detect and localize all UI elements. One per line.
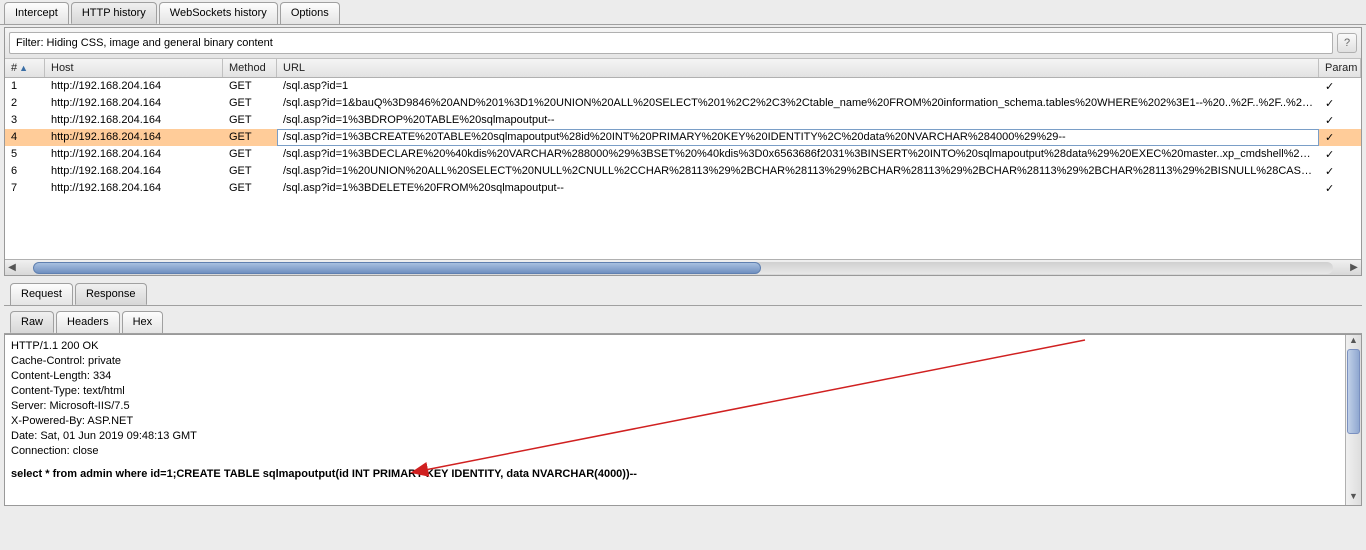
scroll-down-icon[interactable]: ▼ bbox=[1346, 491, 1361, 505]
cell-url: /sql.asp?id=1%20UNION%20ALL%20SELECT%20N… bbox=[277, 163, 1319, 180]
cell-host: http://192.168.204.164 bbox=[45, 163, 223, 180]
tab-headers[interactable]: Headers bbox=[56, 311, 120, 333]
scroll-thumb[interactable] bbox=[1347, 349, 1360, 434]
tab-hex[interactable]: Hex bbox=[122, 311, 164, 333]
scroll-right-icon[interactable]: ▶ bbox=[1347, 262, 1361, 273]
cell-host: http://192.168.204.164 bbox=[45, 180, 223, 197]
filter-input[interactable] bbox=[9, 32, 1333, 54]
cell-param: ✓ bbox=[1319, 129, 1361, 146]
cell-number: 4 bbox=[5, 129, 45, 146]
cell-method: GET bbox=[223, 146, 277, 163]
response-line: HTTP/1.1 200 OK bbox=[11, 339, 1355, 354]
cell-param: ✓ bbox=[1319, 146, 1361, 163]
cell-param: ✓ bbox=[1319, 78, 1361, 95]
filter-bar: ? bbox=[5, 28, 1361, 59]
col-url-header[interactable]: URL bbox=[277, 59, 1319, 77]
response-tab-bar: Raw Headers Hex bbox=[4, 308, 1362, 334]
scroll-thumb[interactable] bbox=[33, 262, 761, 274]
tab-http-history[interactable]: HTTP history bbox=[71, 2, 157, 24]
cell-number: 1 bbox=[5, 78, 45, 95]
col-method-header[interactable]: Method bbox=[223, 59, 277, 77]
tab-websockets-history[interactable]: WebSockets history bbox=[159, 2, 278, 24]
cell-url: /sql.asp?id=1%3BCREATE%20TABLE%20sqlmapo… bbox=[277, 129, 1319, 146]
cell-host: http://192.168.204.164 bbox=[45, 78, 223, 95]
col-number-header[interactable]: #▲ bbox=[5, 59, 45, 77]
tab-options[interactable]: Options bbox=[280, 2, 340, 24]
table-header: #▲ Host Method URL Param bbox=[5, 59, 1361, 78]
cell-url: /sql.asp?id=1%3BDROP%20TABLE%20sqlmapout… bbox=[277, 112, 1319, 129]
check-icon: ✓ bbox=[1325, 183, 1334, 195]
cell-method: GET bbox=[223, 129, 277, 146]
check-icon: ✓ bbox=[1325, 132, 1334, 144]
response-line: Cache-Control: private bbox=[11, 354, 1355, 369]
cell-url: /sql.asp?id=1&bauQ%3D9846%20AND%201%3D1%… bbox=[277, 95, 1319, 112]
check-icon: ✓ bbox=[1325, 98, 1334, 110]
cell-method: GET bbox=[223, 95, 277, 112]
response-line: Server: Microsoft-IIS/7.5 bbox=[11, 399, 1355, 414]
cell-param: ✓ bbox=[1319, 95, 1361, 112]
detail-panel: Request Response bbox=[4, 280, 1362, 306]
help-icon[interactable]: ? bbox=[1337, 33, 1357, 53]
tab-response[interactable]: Response bbox=[75, 283, 147, 305]
response-line: Date: Sat, 01 Jun 2019 09:48:13 GMT bbox=[11, 429, 1355, 444]
tab-request[interactable]: Request bbox=[10, 283, 73, 305]
table-row[interactable]: 2http://192.168.204.164GET/sql.asp?id=1&… bbox=[5, 95, 1361, 112]
cell-method: GET bbox=[223, 163, 277, 180]
response-area: HTTP/1.1 200 OKCache-Control: privateCon… bbox=[4, 334, 1362, 506]
cell-host: http://192.168.204.164 bbox=[45, 129, 223, 146]
table-row[interactable]: 6http://192.168.204.164GET/sql.asp?id=1%… bbox=[5, 163, 1361, 180]
col-param-header[interactable]: Param bbox=[1319, 59, 1361, 77]
response-line: Content-Type: text/html bbox=[11, 384, 1355, 399]
tab-intercept[interactable]: Intercept bbox=[4, 2, 69, 24]
cell-url: /sql.asp?id=1 bbox=[277, 78, 1319, 95]
cell-method: GET bbox=[223, 112, 277, 129]
response-line: Content-Length: 334 bbox=[11, 369, 1355, 384]
history-table: #▲ Host Method URL Param 1http://192.168… bbox=[5, 59, 1361, 259]
scroll-track[interactable] bbox=[33, 262, 1333, 274]
cell-param: ✓ bbox=[1319, 163, 1361, 180]
col-host-header[interactable]: Host bbox=[45, 59, 223, 77]
table-row[interactable]: 4http://192.168.204.164GET/sql.asp?id=1%… bbox=[5, 129, 1361, 146]
cell-number: 2 bbox=[5, 95, 45, 112]
response-line: Connection: close bbox=[11, 444, 1355, 459]
tab-raw[interactable]: Raw bbox=[10, 311, 54, 333]
check-icon: ✓ bbox=[1325, 115, 1334, 127]
cell-number: 5 bbox=[5, 146, 45, 163]
cell-number: 3 bbox=[5, 112, 45, 129]
history-panel: ? #▲ Host Method URL Param 1http://192.1… bbox=[4, 27, 1362, 276]
cell-url: /sql.asp?id=1%3BDECLARE%20%40kdis%20VARC… bbox=[277, 146, 1319, 163]
table-row[interactable]: 5http://192.168.204.164GET/sql.asp?id=1%… bbox=[5, 146, 1361, 163]
response-text[interactable]: HTTP/1.1 200 OKCache-Control: privateCon… bbox=[5, 335, 1361, 486]
check-icon: ✓ bbox=[1325, 166, 1334, 178]
table-row[interactable]: 1http://192.168.204.164GET/sql.asp?id=1 ✓ bbox=[5, 78, 1361, 95]
cell-host: http://192.168.204.164 bbox=[45, 95, 223, 112]
cell-param: ✓ bbox=[1319, 180, 1361, 197]
scroll-up-icon[interactable]: ▲ bbox=[1346, 335, 1361, 349]
detail-tab-bar: Request Response bbox=[4, 280, 1362, 306]
cell-host: http://192.168.204.164 bbox=[45, 146, 223, 163]
cell-host: http://192.168.204.164 bbox=[45, 112, 223, 129]
scroll-left-icon[interactable]: ◀ bbox=[5, 262, 19, 273]
cell-number: 7 bbox=[5, 180, 45, 197]
table-row[interactable]: 7http://192.168.204.164GET/sql.asp?id=1%… bbox=[5, 180, 1361, 197]
response-line: X-Powered-By: ASP.NET bbox=[11, 414, 1355, 429]
response-panel-wrap: Raw Headers Hex bbox=[4, 308, 1362, 334]
sort-asc-icon: ▲ bbox=[19, 63, 28, 73]
response-sql-query: select * from admin where id=1;CREATE TA… bbox=[11, 467, 1355, 482]
check-icon: ✓ bbox=[1325, 81, 1334, 93]
check-icon: ✓ bbox=[1325, 149, 1334, 161]
cell-number: 6 bbox=[5, 163, 45, 180]
cell-param: ✓ bbox=[1319, 112, 1361, 129]
horizontal-scrollbar[interactable]: ◀ ▶ bbox=[5, 259, 1361, 275]
cell-method: GET bbox=[223, 180, 277, 197]
cell-method: GET bbox=[223, 78, 277, 95]
vertical-scrollbar[interactable]: ▲ ▼ bbox=[1345, 335, 1361, 505]
cell-url: /sql.asp?id=1%3BDELETE%20FROM%20sqlmapou… bbox=[277, 180, 1319, 197]
main-tab-bar: Intercept HTTP history WebSockets histor… bbox=[0, 0, 1366, 25]
table-row[interactable]: 3http://192.168.204.164GET/sql.asp?id=1%… bbox=[5, 112, 1361, 129]
table-body[interactable]: 1http://192.168.204.164GET/sql.asp?id=1✓… bbox=[5, 78, 1361, 197]
